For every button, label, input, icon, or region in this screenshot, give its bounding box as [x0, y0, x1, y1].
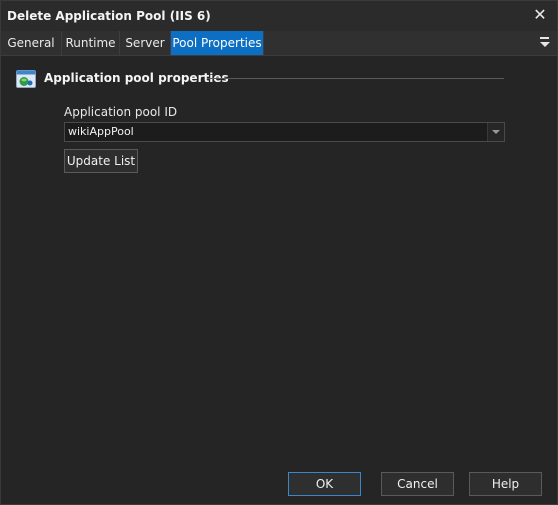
tab-pool-properties[interactable]: Pool Properties [171, 31, 264, 55]
section-title: Application pool properties [44, 71, 229, 85]
dialog-window: Delete Application Pool (IIS 6) ✕ Genera… [0, 0, 558, 505]
help-button[interactable]: Help [469, 472, 542, 496]
application-pool-icon [16, 70, 36, 88]
ok-button[interactable]: OK [288, 472, 361, 496]
close-icon[interactable]: ✕ [531, 6, 549, 24]
window-title: Delete Application Pool (IIS 6) [7, 9, 211, 23]
tab-general[interactable]: General [1, 31, 62, 55]
pool-id-value[interactable]: wikiAppPool [68, 125, 134, 138]
cancel-button[interactable]: Cancel [381, 472, 454, 496]
section-divider [207, 78, 504, 79]
title-bar[interactable]: Delete Application Pool (IIS 6) ✕ [1, 1, 557, 31]
update-list-button[interactable]: Update List [64, 149, 138, 173]
pool-id-label: Application pool ID [64, 105, 178, 119]
tab-runtime[interactable]: Runtime [62, 31, 120, 55]
combobox-dropdown-button[interactable] [487, 123, 504, 141]
tab-server[interactable]: Server [120, 31, 171, 55]
tab-bar: General Runtime Server Pool Properties [1, 31, 557, 56]
pool-id-combobox[interactable]: wikiAppPool [64, 122, 505, 142]
chevron-down-icon [492, 130, 500, 134]
menu-dropdown-icon[interactable] [539, 36, 551, 50]
